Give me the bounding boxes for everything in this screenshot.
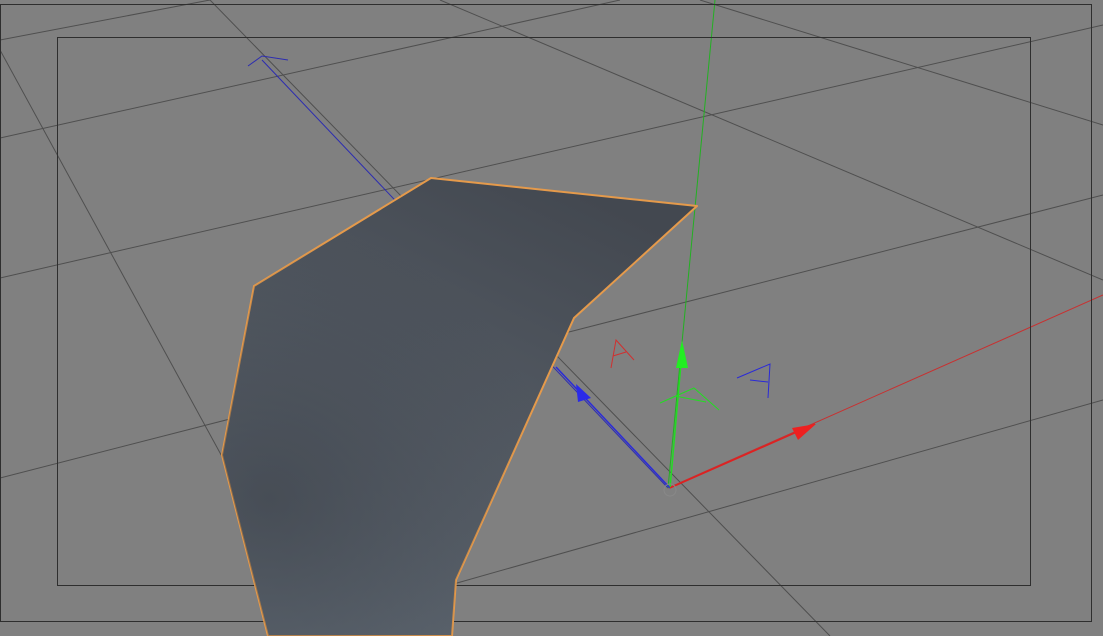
world-x-axis <box>667 294 1103 489</box>
grid-line <box>699 0 1103 126</box>
gizmo-z-axis[interactable] <box>555 366 671 489</box>
grid-line <box>0 0 621 139</box>
gizmo-y-arrow-icon[interactable] <box>676 340 688 368</box>
transform-gizmo[interactable] <box>555 338 816 497</box>
gizmo-blue-plane-handle-icon[interactable] <box>736 363 771 399</box>
grid-line <box>0 0 211 41</box>
grid-line <box>449 399 1103 586</box>
world-z-axis-label <box>247 55 289 67</box>
gizmo-green-plane-handle-icon[interactable] <box>659 387 720 411</box>
gizmo-y-axis[interactable] <box>669 351 683 489</box>
object-shading <box>222 178 697 636</box>
3d-viewport[interactable] <box>0 0 1103 636</box>
gizmo-red-plane-handle-icon[interactable] <box>610 338 635 369</box>
world-y-axis <box>667 0 716 489</box>
gizmo-z-arrow-icon[interactable] <box>576 384 591 402</box>
gizmo-x-arrow-icon[interactable] <box>792 424 816 440</box>
selected-object[interactable] <box>221 177 698 636</box>
viewport-canvas[interactable] <box>0 0 1103 636</box>
gizmo-x-axis[interactable] <box>669 423 816 489</box>
